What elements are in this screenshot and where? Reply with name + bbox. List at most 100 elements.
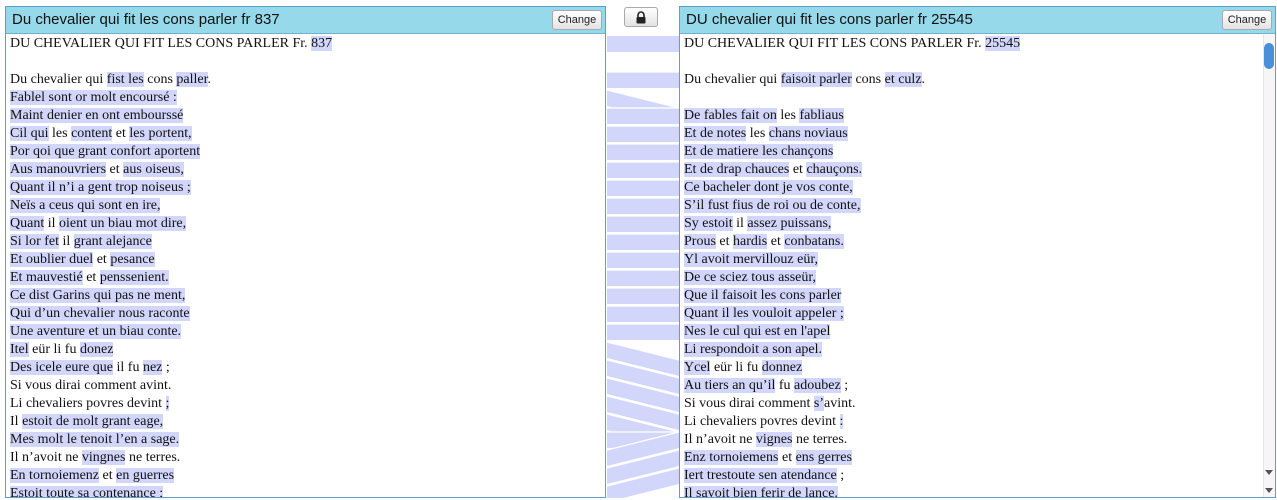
text-line: Qui d’un chevalier nous raconte [10, 305, 601, 323]
text-line: Maint denier en ont embourssé [10, 107, 601, 125]
text-token: et [106, 162, 124, 177]
alignment-ribbon [607, 252, 679, 268]
text-token: il [59, 234, 74, 249]
aligned-token: Des icele eure que [10, 360, 113, 375]
aligned-token: paller [176, 72, 208, 87]
aligned-token: estoit de molt grant eage, [22, 414, 164, 429]
text-line: Li chevaliers povres devint ; [10, 395, 601, 413]
text-line: Enz tornoiemens et ens gerres [684, 449, 1271, 467]
text-line: Ce bacheler dont je vos conte, [684, 179, 1271, 197]
text-line: Li chevaliers povres devint : [684, 413, 1271, 431]
text-line: Des icele eure que il fu nez ; [10, 359, 601, 377]
aligned-token: chans noviaus [768, 126, 848, 141]
scroll-lock-button[interactable] [624, 7, 658, 27]
aligned-token: Yl avoit mervillouz eür, [684, 252, 818, 267]
text-line: Por qoi que grant confort aportent [10, 143, 601, 161]
right-text-body[interactable]: DU CHEVALIER QUI FIT LES CONS PARLER Fr.… [680, 35, 1275, 497]
alignment-ribbon [607, 180, 679, 196]
text-token: Il n’avoit ne [10, 450, 82, 465]
text-token: ; [162, 360, 170, 375]
alignment-ribbon [607, 216, 679, 232]
aligned-token: Cil qui [10, 126, 49, 141]
alignment-ribbon [607, 324, 679, 340]
aligned-token: Ce bacheler dont je vos conte, [684, 180, 853, 195]
lock-icon [636, 10, 646, 23]
text-token: Si vous dirai comment avint. [10, 378, 172, 393]
aligned-token: Et de notes [684, 126, 747, 141]
text-token: Li chevaliers povres devint [684, 414, 840, 429]
text-token: ; [836, 468, 845, 483]
text-token: et [715, 234, 734, 249]
alignment-connector [607, 36, 679, 498]
text-token: les [776, 108, 800, 123]
aligned-token: De ce sciez tous asseür, [684, 270, 816, 285]
text-token: ne terres. [125, 450, 181, 465]
aligned-token: aus oiseus, [123, 162, 184, 177]
aligned-token: Que il faisoit les cons parler [684, 288, 842, 303]
text-line: Aus manouvriers et aus oiseus, [10, 161, 601, 179]
text-line: Fablel sont or molt encoursé : [10, 89, 601, 107]
aligned-token: Maint denier en ont embourssé [10, 108, 184, 123]
text-token: et [112, 126, 130, 141]
text-token: ; [840, 378, 849, 393]
left-pane-header: Du chevalier qui fit les cons parler fr … [6, 7, 605, 34]
aligned-token: content [71, 126, 113, 141]
text-line: Quant il les vouloit appeler ; [684, 305, 1271, 323]
right-scrollbar[interactable] [1263, 35, 1275, 497]
text-token: il fu [113, 360, 143, 375]
text-token: . [207, 72, 212, 87]
text-line: Ycel eür li fu donnez [684, 359, 1271, 377]
text-token: eür li fu [28, 342, 80, 357]
alignment-ribbon [607, 270, 679, 286]
aligned-token: Il savoit bien ferir de lance. [684, 486, 838, 497]
right-change-button[interactable]: Change [1222, 10, 1272, 30]
aligned-token: En tornoiemenz [10, 468, 100, 483]
text-line: Du chevalier qui fist les cons paller. [10, 71, 601, 89]
aligned-token: fabliaus [799, 108, 844, 123]
text-line: Mes molt le tenoit l’en a sage. [10, 431, 601, 449]
text-token: et [82, 270, 100, 285]
text-token: Du chevalier qui [684, 72, 781, 87]
text-line: Et de drap chauces et chauçons. [684, 161, 1271, 179]
aligned-token: les portent, [129, 126, 192, 141]
text-line: Il n’avoit ne vingnes ne terres. [10, 449, 601, 467]
aligned-token: S’il fust fius de roi ou de conte, [684, 198, 861, 213]
text-token: les [48, 126, 72, 141]
text-token: et [789, 162, 807, 177]
text-line: Estoit toute sa contenance ; [10, 485, 601, 497]
text-line: Au tiers an qu’il fu adoubez ; [684, 377, 1271, 395]
aligned-token: 25545 [985, 36, 1021, 51]
text-line: Et mauvestié et penssenient. [10, 269, 601, 287]
aligned-token: ; [165, 396, 170, 411]
aligned-token: pesance [110, 252, 155, 267]
aligned-token: Et de matiere les chançons [684, 144, 834, 159]
text-line: S’il fust fius de roi ou de conte, [684, 197, 1271, 215]
left-text-body[interactable]: DU CHEVALIER QUI FIT LES CONS PARLER Fr.… [6, 35, 605, 497]
aligned-token: Et oublier duel [10, 252, 94, 267]
text-token: eür li fu [710, 360, 762, 375]
right-scrollbar-thumb[interactable] [1264, 43, 1274, 69]
text-line: Si vous dirai comment s’avint. [684, 395, 1271, 413]
aligned-token: De fables fait on [684, 108, 777, 123]
text-token: cons [851, 72, 885, 87]
aligned-token: Nes le cul qui est en l'apel [684, 324, 831, 339]
text-line: Que il faisoit les cons parler [684, 287, 1271, 305]
aligned-token: Si lor fet [10, 234, 59, 249]
alignment-ribbon [607, 288, 679, 304]
aligned-token: Quant [10, 216, 45, 231]
text-line: Et de notes les chans noviaus [684, 125, 1271, 143]
aligned-token: Enz tornoiemens [684, 450, 779, 465]
aligned-token: Une aventure et un biau conte. [10, 324, 182, 339]
text-line: Li respondoit a son apel. [684, 341, 1271, 359]
text-line: Ce dist Garins qui pas ne ment, [10, 287, 601, 305]
scroll-down-arrow-icon[interactable] [1265, 470, 1273, 475]
aligned-token: ens gerres [795, 450, 852, 465]
alignment-ribbon [607, 126, 679, 142]
scroll-end-arrow-icon[interactable] [1265, 488, 1273, 493]
text-line: Et de matiere les chançons [684, 143, 1271, 161]
aligned-token: : [839, 414, 844, 429]
left-change-button[interactable]: Change [552, 10, 602, 30]
text-token: DU CHEVALIER QUI FIT LES CONS PARLER Fr. [10, 36, 312, 51]
aligned-token: donez [79, 342, 114, 357]
text-token: et [93, 252, 111, 267]
